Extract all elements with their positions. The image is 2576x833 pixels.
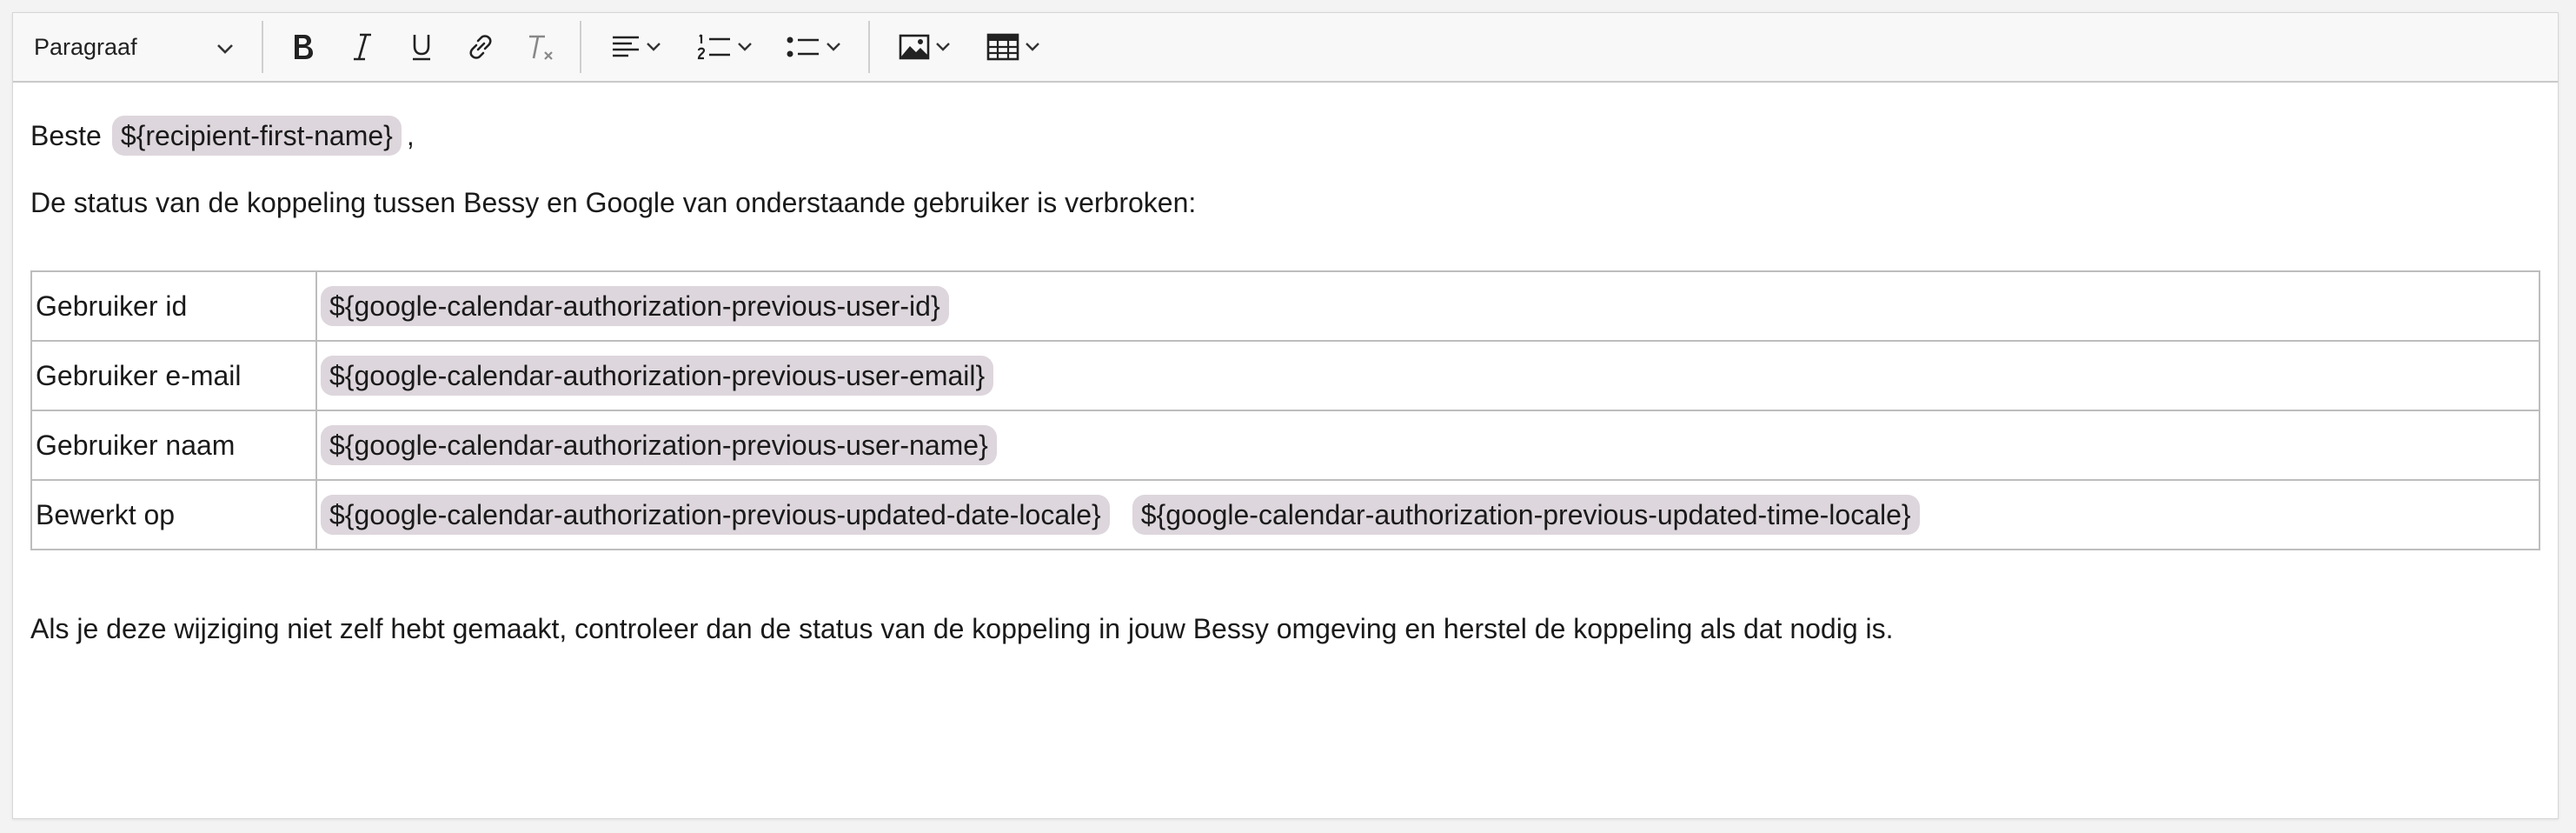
table-cell-label: Gebruiker id [30, 270, 317, 342]
chevron-down-icon [216, 34, 234, 61]
chevron-down-icon [1025, 42, 1040, 52]
numbered-list-icon [697, 32, 732, 62]
table-cell-value: ${google-calendar-authorization-previous… [315, 270, 2540, 342]
table-cell-value: ${google-calendar-authorization-previous… [315, 340, 2540, 411]
italic-button[interactable] [338, 23, 387, 71]
underline-icon [408, 32, 435, 62]
bold-button[interactable] [279, 23, 328, 71]
bulleted-list-dropdown[interactable] [774, 23, 853, 71]
remove-format-button[interactable] [515, 23, 564, 71]
heading-dropdown-label: Paragraaf [34, 33, 137, 60]
table-dropdown[interactable] [974, 23, 1052, 71]
toolbar-separator [262, 21, 263, 73]
chevron-down-icon [646, 42, 661, 52]
greeting-line: Beste ${recipient-first-name} , [30, 116, 415, 156]
italic-icon [349, 32, 375, 62]
user-name-placeholder[interactable]: ${google-calendar-authorization-previous… [321, 425, 997, 465]
image-icon [899, 33, 930, 61]
table-cell-label: Bewerkt op [30, 479, 317, 550]
toolbar-separator [868, 21, 870, 73]
bold-icon [290, 32, 316, 62]
table-row: Gebruiker naam ${google-calendar-authori… [30, 410, 2540, 481]
remove-format-icon [524, 32, 555, 62]
heading-dropdown[interactable]: Paragraaf [34, 23, 251, 71]
user-info-table: Gebruiker id ${google-calendar-authoriza… [30, 270, 2540, 550]
table-cell-label: Gebruiker e-mail [30, 340, 317, 411]
chevron-down-icon [935, 42, 951, 52]
rich-text-editor: Paragraaf Beste ${recipient-first-name} … [12, 12, 2559, 819]
underline-button[interactable] [397, 23, 446, 71]
link-icon [467, 32, 495, 62]
table-row: Gebruiker e-mail ${google-calendar-autho… [30, 340, 2540, 411]
table-row: Bewerkt op ${google-calendar-authorizati… [30, 479, 2540, 550]
intro-paragraph: De status van de koppeling tussen Bessy … [30, 187, 1197, 218]
table-cell-value: ${google-calendar-authorization-previous… [315, 410, 2540, 481]
toolbar-separator [580, 21, 581, 73]
greeting-comma: , [406, 120, 415, 151]
user-email-placeholder[interactable]: ${google-calendar-authorization-previous… [321, 356, 994, 396]
recipient-placeholder[interactable]: ${recipient-first-name} [111, 116, 402, 156]
bulleted-list-icon [786, 34, 820, 60]
link-button[interactable] [456, 23, 505, 71]
greeting-text: Beste [30, 120, 102, 151]
chevron-down-icon [737, 42, 753, 52]
align-left-icon [611, 34, 641, 60]
numbered-list-dropdown[interactable] [686, 23, 764, 71]
table-row: Gebruiker id ${google-calendar-authoriza… [30, 270, 2540, 342]
image-dropdown[interactable] [886, 23, 964, 71]
editor-toolbar: Paragraaf [13, 13, 2558, 83]
table-cell-label: Gebruiker naam [30, 410, 317, 481]
updated-date-placeholder[interactable]: ${google-calendar-authorization-previous… [321, 495, 1110, 535]
chevron-down-icon [826, 42, 841, 52]
updated-time-placeholder[interactable]: ${google-calendar-authorization-previous… [1132, 495, 1920, 535]
user-id-placeholder[interactable]: ${google-calendar-authorization-previous… [321, 286, 949, 326]
table-icon [986, 32, 1019, 62]
table-cell-value: ${google-calendar-authorization-previous… [315, 479, 2540, 550]
closing-paragraph: Als je deze wijziging niet zelf hebt gem… [30, 613, 1894, 644]
alignment-dropdown[interactable] [597, 23, 675, 71]
